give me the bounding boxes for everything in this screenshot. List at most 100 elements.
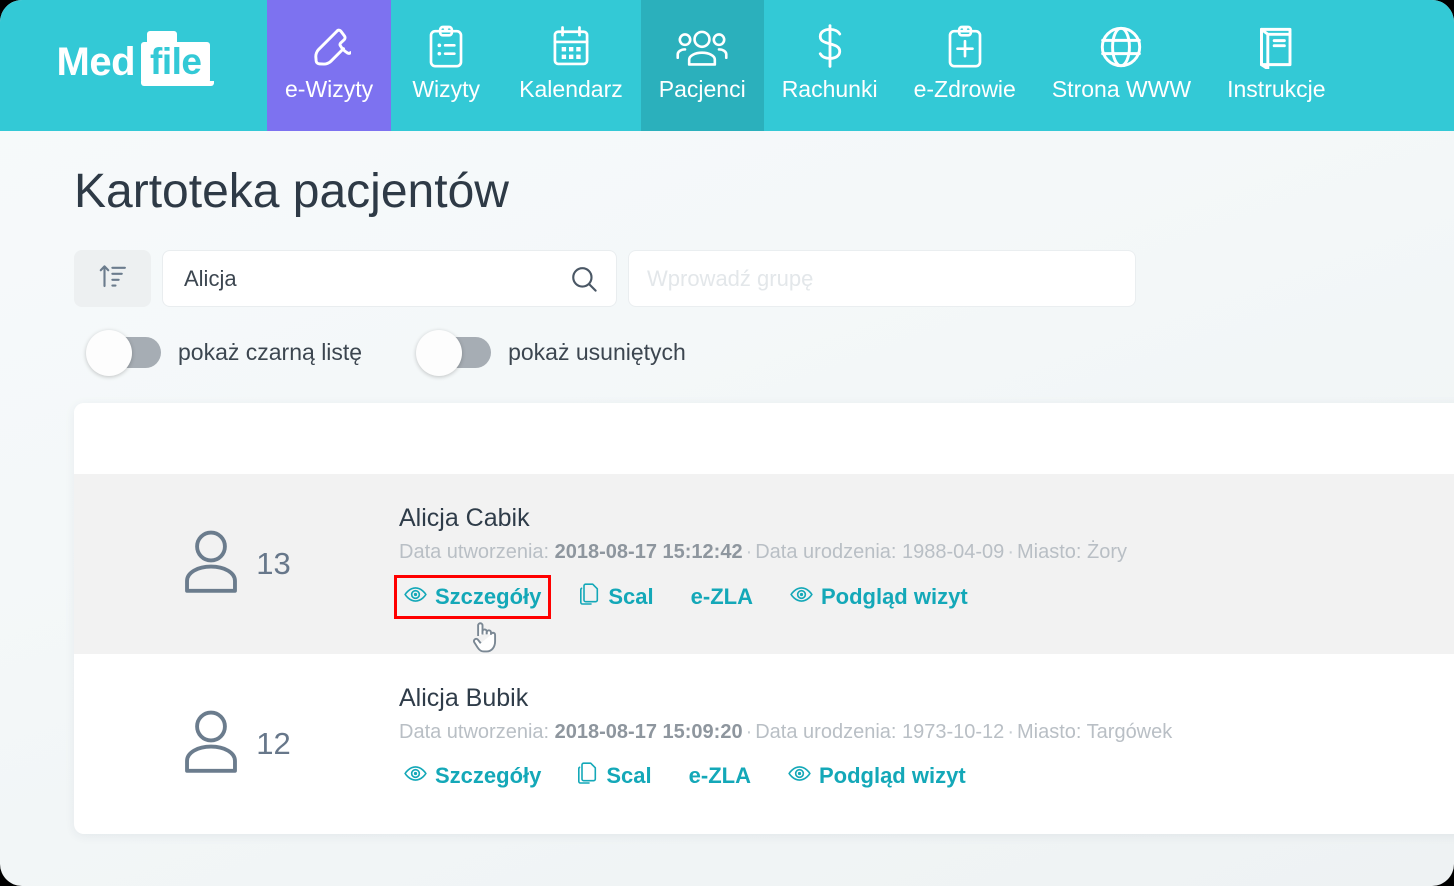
nav-item-instrukcje[interactable]: Instrukcje (1209, 0, 1343, 131)
toggle-blacklist-knob (86, 329, 132, 376)
eye-icon (404, 763, 427, 789)
meta-separator: · (745, 541, 753, 563)
nav-label-e-zdrowie: e-Zdrowie (913, 75, 1016, 102)
created-value: 2018-08-17 15:12:42 (554, 541, 743, 563)
nav-item-wizyty[interactable]: Wizyty (391, 0, 501, 131)
table-row[interactable]: 13 Alicja Cabik Data utworzenia: 2018-08… (74, 474, 1454, 654)
patient-name: Alicja Cabik (399, 504, 530, 532)
nav-label-rachunki: Rachunki (781, 75, 878, 102)
patient-list-header (74, 403, 1454, 474)
patient-info: Alicja Cabik Data utworzenia: 2018-08-17… (393, 500, 1454, 619)
search-field[interactable] (162, 250, 617, 307)
clipboard-list-icon (426, 23, 466, 69)
created-label: Data utworzenia: (399, 721, 550, 743)
nav-item-pacjenci[interactable]: Pacjenci (640, 0, 764, 131)
toggle-blacklist-label: pokaż czarną listę (178, 339, 363, 365)
patient-actions: Szczegóły Scal e-ZLA Podgląd wizyt (393, 575, 1454, 619)
group-input[interactable] (629, 265, 1135, 292)
merge-action[interactable]: Scal (575, 579, 658, 615)
birth-value: 1973-10-12 (902, 721, 1005, 743)
nav-label-wizyty: Wizyty (412, 75, 481, 102)
calendar-icon (550, 23, 592, 69)
merge-action[interactable]: Scal (573, 758, 656, 794)
nav-label-strona-www: Strona WWW (1051, 75, 1192, 102)
toggle-deleted-label: pokaż usuniętych (508, 339, 686, 365)
patient-meta: Data utworzenia: 2018-08-17 15:09:20 · Dat… (399, 721, 1454, 744)
toggle-deleted-track[interactable] (416, 329, 492, 376)
ezla-action[interactable]: e-ZLA (684, 759, 756, 793)
meta-separator-2: · (1007, 541, 1014, 563)
table-row[interactable]: 12 Alicja Bubik Data utworzenia: 2018-08… (74, 654, 1454, 834)
sort-button[interactable] (74, 250, 151, 307)
toggle-blacklist[interactable]: pokaż czarną listę (86, 329, 363, 376)
nav-label-instrukcje: Instrukcje (1227, 75, 1326, 102)
patient-id: 12 (256, 725, 291, 761)
ezla-action-label: e-ZLA (688, 763, 751, 788)
patient-info: Alicja Bubik Data utworzenia: 2018-08-17… (399, 680, 1454, 794)
preview-visits-action-label: Podgląd wizyt (820, 584, 968, 609)
brand-logo[interactable]: Med file (0, 0, 267, 131)
app-window: Med file e-Wizyty Wizyty Kalendarz Pacje… (0, 0, 1454, 886)
patient-meta: Data utworzenia: 2018-08-17 15:12:42 · Dat… (399, 541, 1454, 564)
merge-action-label: Scal (608, 584, 654, 609)
nav-label-pacjenci: Pacjenci (658, 75, 746, 102)
eye-icon (404, 584, 427, 610)
dollar-icon (813, 23, 847, 69)
preview-visits-action[interactable]: Podgląd wizyt (785, 580, 973, 614)
ezla-action[interactable]: e-ZLA (686, 580, 758, 614)
city-label: Miasto: (1016, 721, 1082, 743)
patient-id: 13 (256, 545, 291, 581)
toggle-blacklist-track[interactable] (86, 329, 161, 376)
search-input[interactable] (163, 265, 616, 292)
details-action[interactable]: Szczegóły (393, 575, 552, 619)
toggle-deleted[interactable]: pokaż usuniętych (416, 329, 686, 376)
brand-logo-file: file (141, 31, 215, 86)
brand-logo-med: Med (56, 40, 136, 84)
created-label: Data utworzenia: (399, 541, 550, 563)
details-action[interactable]: Szczegóły (399, 759, 546, 793)
nav-item-strona-www[interactable]: Strona WWW (1034, 0, 1209, 131)
details-action-label: Szczegóły (435, 763, 542, 788)
nav-item-kalendarz[interactable]: Kalendarz (501, 0, 641, 131)
meta-separator-2: · (1007, 721, 1014, 743)
sort-ascending-icon (98, 261, 128, 296)
eye-icon (788, 763, 811, 789)
patient-actions: Szczegóły Scal e-ZLA Podgląd wizyt (399, 758, 1454, 794)
merge-action-label: Scal (606, 763, 652, 788)
birth-label: Data urodzenia: (755, 721, 897, 743)
book-icon (1256, 23, 1296, 69)
page-title: Kartoteka pacjentów (74, 165, 509, 218)
meta-separator: · (745, 721, 753, 743)
phone-icon (307, 23, 352, 69)
patient-id-cell: 13 (74, 500, 399, 599)
nav-label-e-wizyty: e-Wizyty (285, 75, 374, 102)
city-label: Miasto: (1016, 541, 1082, 563)
patient-list-card: 13 Alicja Cabik Data utworzenia: 2018-08… (74, 403, 1454, 834)
toggle-deleted-knob (416, 329, 463, 376)
clipboard-plus-icon (945, 23, 985, 69)
group-field[interactable] (628, 250, 1136, 307)
avatar (182, 528, 240, 599)
birth-label: Data urodzenia: (755, 541, 897, 563)
avatar (182, 708, 240, 779)
preview-visits-action-label: Podgląd wizyt (818, 763, 966, 788)
patient-name: Alicja Bubik (399, 684, 529, 712)
search-icon[interactable] (569, 264, 599, 294)
preview-visits-action[interactable]: Podgląd wizyt (783, 759, 971, 793)
nav-item-e-zdrowie[interactable]: e-Zdrowie (896, 0, 1034, 131)
copy-icon (580, 583, 600, 611)
nav-item-e-wizyty[interactable]: e-Wizyty (267, 0, 392, 131)
patient-id-cell: 12 (74, 680, 399, 779)
brand-logo-text: Med file (56, 31, 215, 86)
filter-bar (0, 219, 1454, 307)
copy-icon (578, 762, 598, 790)
city-value: Żory (1087, 541, 1128, 563)
people-icon (676, 23, 728, 69)
page-content: Kartoteka pacjentów Alicja Wprowadź grup… (0, 131, 1454, 834)
details-action-label: Szczegóły (435, 584, 542, 609)
birth-value: 1988-04-09 (902, 541, 1005, 563)
toggle-bar: pokaż czarną listę pokaż usuniętych (0, 307, 1454, 376)
globe-icon (1099, 23, 1143, 69)
nav-item-rachunki[interactable]: Rachunki (764, 0, 896, 131)
top-navigation: Med file e-Wizyty Wizyty Kalendarz Pacje… (0, 0, 1454, 131)
